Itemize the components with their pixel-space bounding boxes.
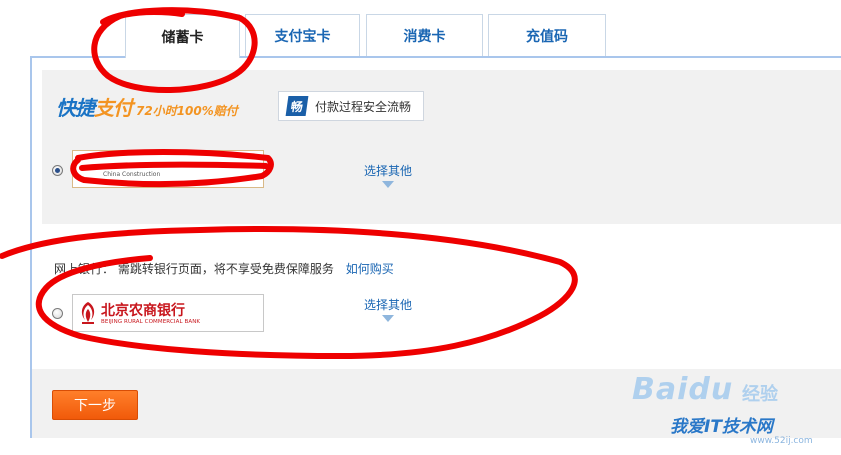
- online-bank-label: 网上银行：: [54, 262, 115, 276]
- watermark-site-name: 我爱IT技术网: [670, 417, 773, 437]
- quick-pay-choose-other-link[interactable]: 选择其他: [358, 162, 418, 188]
- tab-debit-card-label: 储蓄卡: [161, 29, 204, 46]
- online-bank-name: 北京农商银行: [101, 303, 185, 319]
- quick-pay-bank-card[interactable]: China Construction: [72, 150, 264, 188]
- online-bank-name-en: BEIJING RURAL COMMERCIAL BANK: [101, 319, 201, 325]
- quick-pay-logo-pay: 支付: [94, 96, 133, 120]
- quick-pay-logo-main: 快捷: [56, 96, 95, 120]
- tab-recharge-code-label: 充值码: [526, 28, 568, 45]
- baidu-watermark: Baidu 经验 我爱IT技术网 www.52ij.com: [620, 370, 841, 455]
- quick-pay-choose-other-label: 选择其他: [363, 164, 412, 178]
- chevron-down-icon: [382, 315, 394, 322]
- next-step-label: 下一步: [74, 398, 116, 414]
- bcb-logo-icon: [81, 302, 95, 324]
- quick-pay-logo: 快捷 支付 72小时100%赔付: [56, 92, 238, 122]
- quick-pay-guarantee-tag: 72小时100%赔付: [136, 104, 238, 118]
- quick-pay-radio[interactable]: [52, 165, 63, 176]
- online-bank-card[interactable]: 北京农商银行 BEIJING RURAL COMMERCIAL BANK: [72, 294, 264, 332]
- next-step-button[interactable]: 下一步: [52, 390, 138, 420]
- online-bank-notice: 网上银行： 需跳转银行页面，将不享受免费保障服务 如何购买: [54, 260, 394, 277]
- online-bank-choose-other-label: 选择其他: [363, 298, 412, 312]
- smooth-badge-icon: 畅: [285, 96, 309, 116]
- how-to-buy-link[interactable]: 如何购买: [346, 262, 394, 276]
- online-bank-notice-text: 需跳转银行页面，将不享受免费保障服务: [117, 262, 334, 276]
- tab-recharge-code[interactable]: 充值码: [488, 14, 606, 56]
- watermark-brand: Baidu: [632, 372, 734, 407]
- tab-consumer-card[interactable]: 消费卡: [366, 14, 483, 56]
- tab-alipay-card[interactable]: 支付宝卡: [245, 14, 360, 56]
- tab-debit-card[interactable]: 储蓄卡: [125, 14, 240, 58]
- watermark-product: 经验: [742, 384, 778, 405]
- tab-consumer-card-label: 消费卡: [403, 28, 446, 45]
- quick-pay-section: 快捷 支付 72小时100%赔付 畅 付款过程安全流畅: [42, 70, 841, 224]
- smooth-payment-text: 付款过程安全流畅: [315, 99, 412, 114]
- online-bank-radio[interactable]: [52, 308, 63, 319]
- chevron-down-icon: [382, 181, 394, 188]
- tab-alipay-card-label: 支付宝卡: [274, 28, 331, 45]
- online-bank-choose-other-link[interactable]: 选择其他: [358, 296, 418, 322]
- quick-pay-bank-name: China Construction: [103, 171, 161, 178]
- smooth-payment-note: 畅 付款过程安全流畅: [278, 91, 424, 121]
- watermark-url: www.52ij.com: [750, 436, 813, 446]
- payment-tabs: 储蓄卡 支付宝卡 消费卡 充值码: [0, 0, 841, 58]
